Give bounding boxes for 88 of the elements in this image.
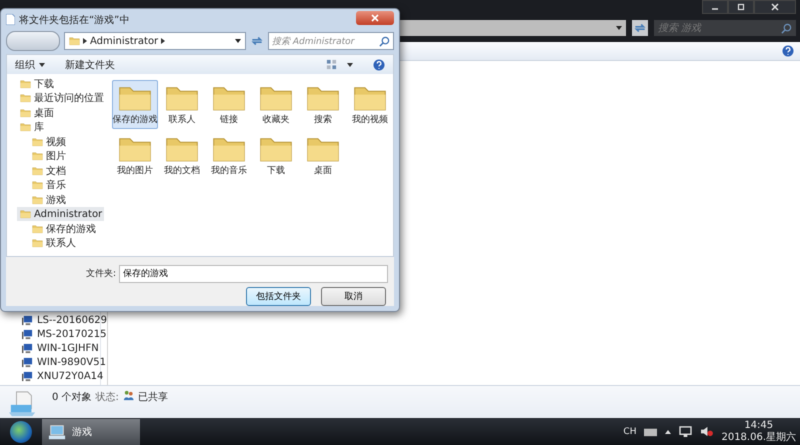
folder-icon — [20, 78, 31, 89]
caret-up-icon[interactable] — [665, 430, 672, 434]
folder-icon — [20, 209, 31, 220]
maximize-icon — [737, 3, 745, 11]
toolbar-button[interactable]: 新建文件夹 — [65, 58, 115, 72]
folder-item[interactable]: 链接 — [206, 80, 252, 130]
network-computer-item[interactable]: XNU72Y0A14 — [22, 370, 108, 383]
computer-icon — [22, 315, 33, 326]
folder-name-field[interactable]: 保存的游戏 — [119, 264, 388, 283]
start-button[interactable] — [10, 420, 32, 442]
nav-tree-item[interactable]: 桌面 — [17, 105, 57, 120]
folder-item[interactable]: 下载 — [253, 131, 299, 180]
network-computer-item[interactable]: LS--20160629 — [22, 314, 108, 327]
folder-icon — [32, 136, 43, 147]
folder-icon — [69, 36, 80, 46]
maximize-button[interactable] — [728, 0, 754, 14]
close-button[interactable] — [356, 11, 394, 25]
folder-icon — [20, 108, 31, 118]
folder-item[interactable]: 桌面 — [300, 131, 346, 180]
folder-item[interactable]: 搜索 — [300, 80, 346, 130]
computer-icon — [48, 422, 66, 440]
nav-tree-item[interactable]: 联系人 — [29, 236, 79, 250]
nav-tree-item[interactable]: 视频 — [29, 134, 69, 149]
nav-tree-item[interactable]: 下载 — [17, 76, 57, 91]
dropdown-caret-icon — [616, 26, 622, 30]
field-label: 文件夹: — [86, 268, 116, 280]
folder-item[interactable]: 收藏夹 — [253, 80, 299, 130]
folder-item[interactable]: 我的视频 — [347, 80, 393, 130]
keyboard-icon[interactable] — [644, 426, 658, 437]
item-count: 0 个对象 — [52, 390, 92, 404]
search-field[interactable]: 搜索 Administrator — [268, 32, 394, 50]
nav-tree-item[interactable]: 文档 — [29, 163, 69, 178]
folder-icon — [20, 93, 31, 104]
breadcrumb-item[interactable]: Administrator — [90, 36, 158, 47]
nav-tree-item[interactable]: 图片 — [29, 148, 69, 164]
folder-item[interactable]: 我的文档 — [159, 131, 205, 180]
chevron-right-icon[interactable] — [83, 38, 87, 44]
search-icon — [781, 22, 792, 34]
search-icon — [379, 36, 390, 47]
computer-icon — [22, 357, 33, 368]
computer-icon — [22, 371, 33, 382]
network-icon[interactable] — [679, 426, 692, 437]
speaker-muted-icon[interactable] — [700, 426, 714, 437]
folder-icon — [32, 151, 43, 162]
clock[interactable]: 14:45 2018.06.星期六 — [721, 420, 796, 444]
help-icon[interactable] — [373, 58, 385, 71]
computer-icon — [8, 390, 38, 418]
address-bar[interactable]: Administrator — [64, 32, 246, 50]
nav-tree-item[interactable]: 库 — [17, 120, 47, 134]
dialog-button[interactable]: 取消 — [321, 286, 386, 306]
chevron-right-icon[interactable] — [161, 38, 166, 44]
nav-tree-item[interactable]: 最近访问的位置 — [17, 90, 104, 106]
folder-item[interactable]: 联系人 — [159, 80, 205, 130]
folder-icon — [32, 194, 43, 205]
folder-item[interactable]: 保存的游戏 — [112, 80, 158, 130]
nav-tree-item[interactable]: Administrator — [17, 206, 104, 222]
computer-icon — [22, 343, 33, 354]
window-title: 将文件夹包括在“游戏”中 — [19, 14, 130, 27]
help-icon[interactable] — [782, 45, 794, 57]
close-icon — [771, 3, 779, 11]
folder-item[interactable]: 我的音乐 — [206, 131, 252, 180]
nav-tree-item[interactable]: 游戏 — [29, 192, 69, 207]
folder-icon — [32, 180, 43, 190]
close-icon — [371, 14, 379, 22]
dialog-button[interactable]: 包括文件夹 — [246, 286, 311, 306]
back-forward-buttons[interactable] — [6, 31, 60, 52]
minimize-button[interactable] — [702, 0, 728, 14]
input-indicator[interactable]: CH — [623, 426, 636, 436]
folder-icon — [32, 238, 43, 248]
nav-tree-item[interactable]: 音乐 — [29, 178, 69, 192]
network-computer-item[interactable]: WIN-1GJHFN — [22, 342, 108, 355]
folder-icon — [20, 122, 31, 132]
people-icon — [122, 390, 134, 401]
nav-tree-item[interactable]: 保存的游戏 — [29, 221, 99, 236]
view-options-icon[interactable] — [326, 59, 337, 70]
folder-item[interactable]: 我的图片 — [112, 131, 158, 180]
folder-icon — [32, 166, 43, 176]
taskbar-button[interactable]: 游戏 — [42, 418, 140, 444]
refresh-icon[interactable] — [632, 20, 648, 36]
status-label: 状态: — [96, 390, 119, 404]
computer-icon — [22, 329, 33, 340]
status-value: 已共享 — [138, 390, 168, 404]
folder-icon — [32, 224, 43, 234]
network-computer-item[interactable]: MS-20170215 — [22, 328, 108, 341]
toolbar-button[interactable]: 组织 — [15, 58, 45, 72]
document-icon — [6, 14, 15, 26]
network-computer-item[interactable]: WIN-9890V51 — [22, 356, 108, 369]
close-button[interactable] — [754, 0, 796, 14]
